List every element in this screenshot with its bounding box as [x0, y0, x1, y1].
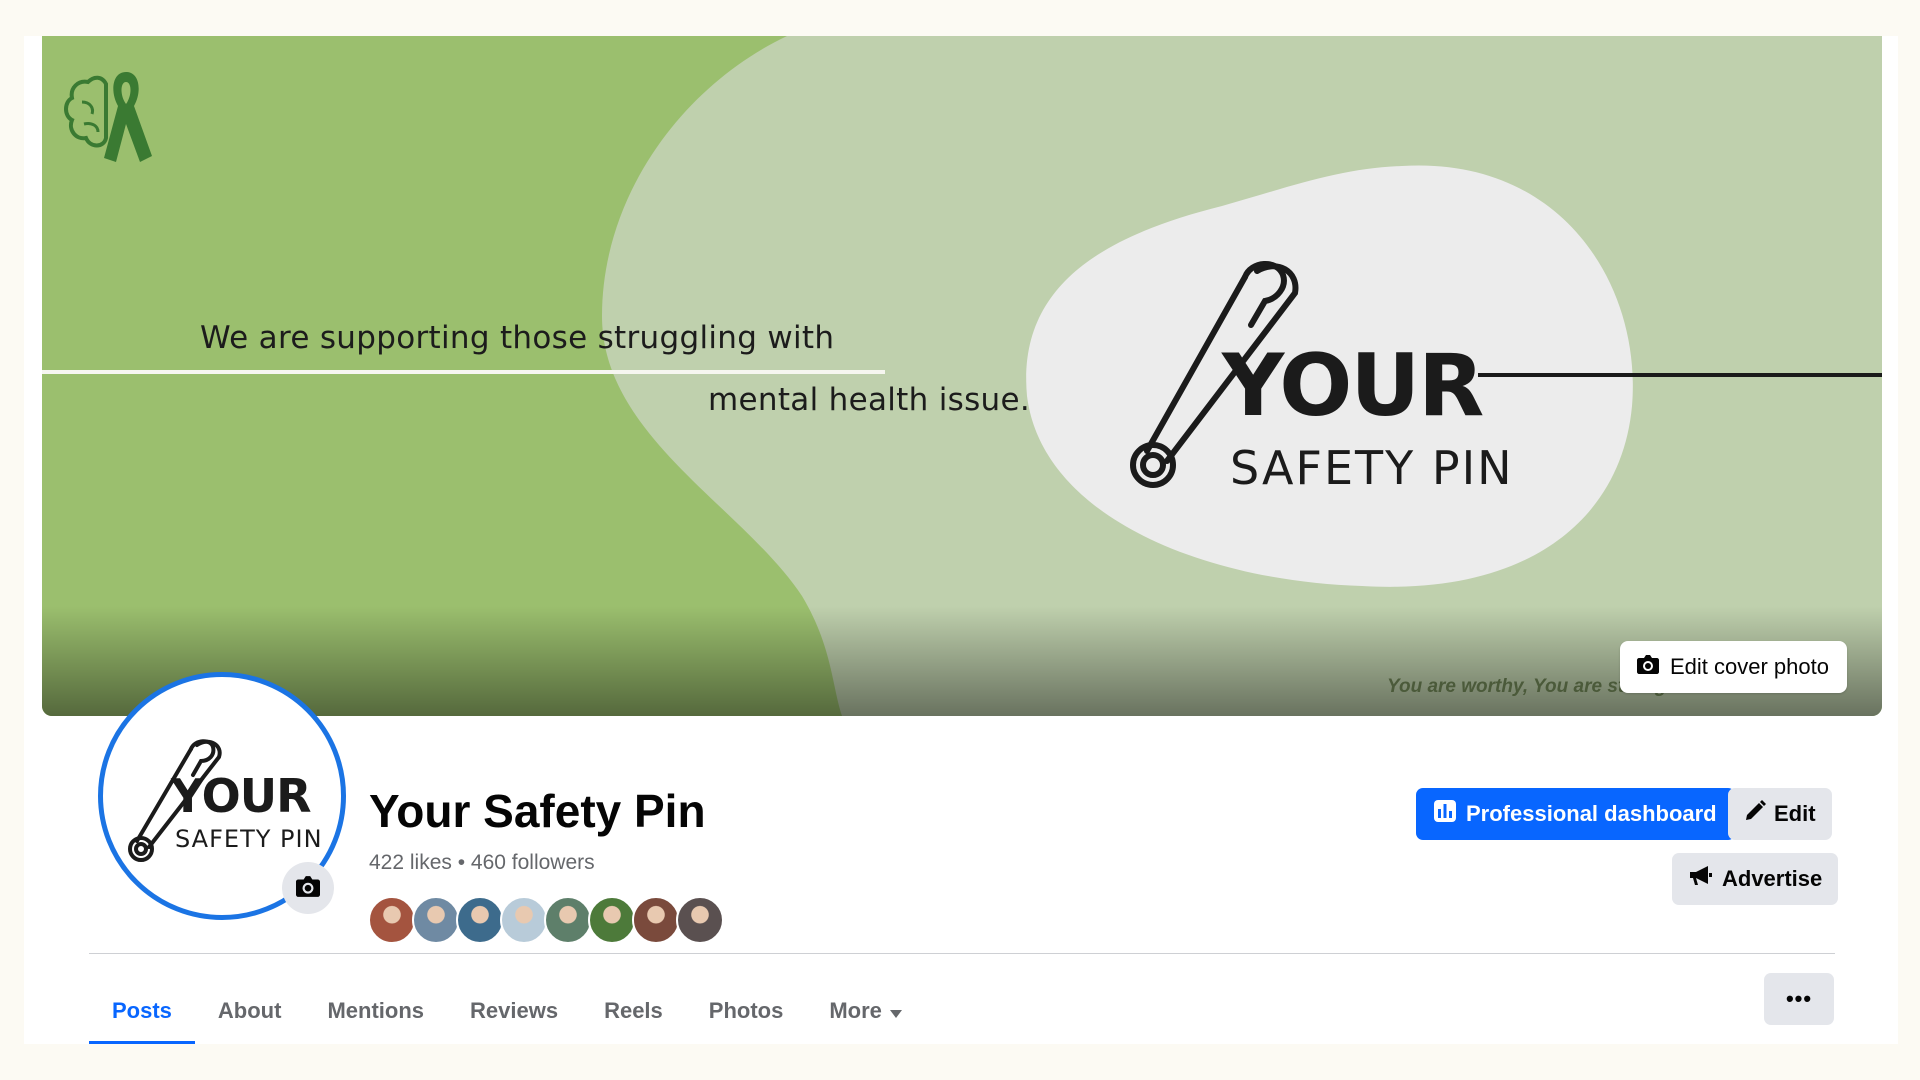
cover-photo[interactable]: We are supporting those struggling with … [42, 36, 1882, 716]
header-divider [89, 953, 1835, 954]
tab-photos[interactable]: Photos [686, 981, 807, 1044]
cover-logo-line [1478, 373, 1882, 377]
page-tabs: Posts About Mentions Reviews Reels Photo… [89, 981, 925, 1044]
follower-avatar[interactable] [412, 896, 460, 944]
likes-followers-count[interactable]: 422 likes • 460 followers [369, 851, 595, 875]
tab-label: Photos [708, 998, 784, 1023]
page-title: Your Safety Pin [369, 785, 706, 837]
bar-chart-icon [1434, 800, 1456, 828]
tab-label: Reviews [470, 998, 559, 1023]
tab-mentions[interactable]: Mentions [304, 981, 447, 1044]
cover-text-line1: We are supporting those struggling with [200, 320, 835, 356]
camera-icon [294, 874, 322, 903]
tab-more[interactable]: More [806, 981, 925, 1044]
avatar-logo-safety: SAFETY PIN [175, 825, 323, 853]
camera-icon [1636, 653, 1660, 681]
tab-label: Reels [604, 998, 663, 1023]
follower-avatars[interactable] [368, 896, 724, 944]
edit-label: Edit [1774, 801, 1816, 826]
cover-logo-safety: SAFETY PIN [1230, 441, 1514, 495]
tab-reviews[interactable]: Reviews [447, 981, 581, 1044]
follower-avatar[interactable] [588, 896, 636, 944]
megaphone-icon [1688, 865, 1712, 893]
update-profile-picture-button[interactable] [282, 862, 334, 914]
edit-page-button[interactable]: Edit [1728, 788, 1832, 840]
advertise-label: Advertise [1722, 866, 1823, 891]
edit-cover-photo-label: Edit cover photo [1670, 654, 1829, 679]
cover-text-line2: mental health issue. [708, 382, 1031, 418]
edit-cover-photo-button[interactable]: Edit cover photo [1620, 641, 1847, 693]
tab-label: About [217, 998, 282, 1023]
more-options-button[interactable]: ••• [1764, 973, 1834, 1025]
professional-dashboard-button[interactable]: Professional dashboard [1416, 788, 1735, 840]
caret-down-icon [889, 998, 902, 1024]
follower-avatar[interactable] [500, 896, 548, 944]
follower-avatar[interactable] [676, 896, 724, 944]
tab-label: More [829, 998, 882, 1023]
tab-posts[interactable]: Posts [89, 981, 195, 1044]
cover-logo-your: YOUR [1222, 336, 1484, 436]
tab-label: Mentions [327, 998, 425, 1023]
cover-divider-line [42, 370, 885, 374]
follower-avatar[interactable] [368, 896, 416, 944]
page-header-card: We are supporting those struggling with … [24, 36, 1898, 1044]
brain-ribbon-icon [60, 62, 160, 171]
follower-avatar[interactable] [544, 896, 592, 944]
tab-reels[interactable]: Reels [581, 981, 686, 1044]
pencil-icon [1744, 800, 1766, 828]
professional-dashboard-label: Professional dashboard [1466, 801, 1717, 826]
tab-label: Posts [112, 998, 172, 1023]
tab-about[interactable]: About [195, 981, 305, 1044]
advertise-button[interactable]: Advertise [1672, 853, 1839, 905]
avatar-logo-your: YOUR [171, 769, 312, 823]
more-options-icon: ••• [1785, 986, 1813, 1011]
follower-avatar[interactable] [632, 896, 680, 944]
follower-avatar[interactable] [456, 896, 504, 944]
